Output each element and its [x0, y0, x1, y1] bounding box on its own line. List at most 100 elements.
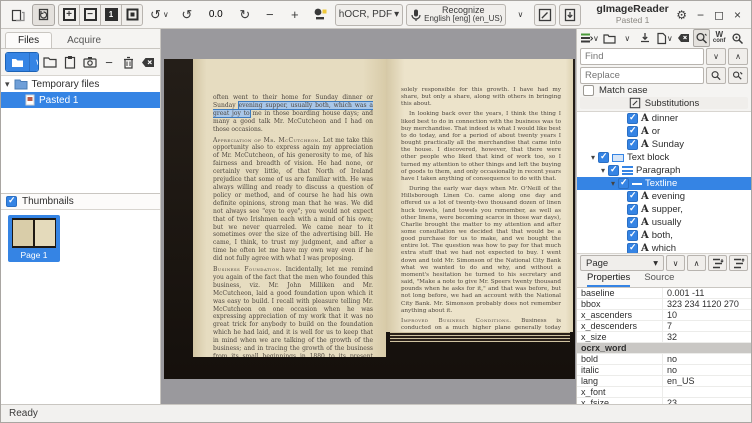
- rotation-angle-input[interactable]: [201, 6, 231, 24]
- navigate-previous-button[interactable]: ∧: [687, 255, 706, 271]
- replace-all-button[interactable]: [728, 67, 748, 84]
- remove-image-button[interactable]: −: [101, 52, 117, 72]
- clear-output-button[interactable]: [675, 29, 692, 47]
- save-hocr-button[interactable]: [637, 29, 654, 47]
- brightness-decrease-button[interactable]: −: [259, 4, 281, 26]
- export-hocr-dropdown[interactable]: ∨: [655, 29, 674, 47]
- textline-checkbox[interactable]: [618, 178, 629, 189]
- thumbnail-page-1[interactable]: Page 1: [8, 215, 60, 262]
- open-options-dropdown[interactable]: ∨: [619, 29, 636, 47]
- property-row[interactable]: boldno: [577, 354, 751, 365]
- hocr-word-row[interactable]: Aevening: [577, 190, 751, 203]
- zoom-original-button[interactable]: 1: [100, 4, 122, 26]
- rotate-right-button[interactable]: ↻: [234, 4, 256, 26]
- word-checkbox[interactable]: [627, 113, 638, 124]
- property-row[interactable]: x_ascenders10: [577, 310, 751, 321]
- rotate-left-button[interactable]: ↺: [176, 4, 198, 26]
- screenshot-button[interactable]: [82, 52, 98, 72]
- settings-gear-button[interactable]: ⚙: [676, 8, 687, 22]
- hocr-word-row[interactable]: Aboth,: [577, 229, 751, 242]
- open-hocr-button[interactable]: [601, 29, 618, 47]
- expand-all-button[interactable]: [708, 255, 727, 271]
- word-checkbox[interactable]: [627, 230, 638, 241]
- show-confidence-toggle-button[interactable]: W conf: [711, 29, 728, 47]
- property-row[interactable]: bbox323 234 1120 270: [577, 299, 751, 310]
- image-controls-button[interactable]: [309, 4, 332, 26]
- scanned-book-image[interactable]: often went to their home for Sunday dinn…: [164, 59, 575, 379]
- rotate-page-mode-button[interactable]: [32, 4, 55, 26]
- property-row[interactable]: italicno: [577, 365, 751, 376]
- hocr-word-row[interactable]: ASunday: [577, 138, 751, 151]
- rotate-mode-dropdown[interactable]: ↺∨: [146, 4, 173, 26]
- replace-input[interactable]: [580, 67, 704, 84]
- expander-icon[interactable]: [5, 79, 10, 90]
- output-mode-dropdown[interactable]: hOCR, PDF ▾: [335, 4, 403, 26]
- maximize-button[interactable]: ◻: [714, 8, 724, 22]
- property-row[interactable]: x_font: [577, 387, 751, 398]
- hocr-word-row[interactable]: Awhich: [577, 242, 751, 254]
- tab-acquire[interactable]: Acquire: [54, 32, 114, 48]
- insert-mode-dropdown[interactable]: ∨: [579, 29, 600, 47]
- word-checkbox[interactable]: [627, 191, 638, 202]
- find-previous-button[interactable]: ∧: [728, 48, 748, 65]
- hocr-word-row[interactable]: Aor: [577, 125, 751, 138]
- recognize-options-dropdown[interactable]: ∨: [509, 4, 531, 26]
- property-row[interactable]: x_descenders7: [577, 321, 751, 332]
- paragraph-checkbox[interactable]: [608, 165, 619, 176]
- find-replace-toggle-button[interactable]: [693, 29, 710, 47]
- hocr-word-row[interactable]: Ausually: [577, 216, 751, 229]
- clear-list-button[interactable]: [140, 52, 156, 72]
- word-checkbox[interactable]: [627, 243, 638, 254]
- word-checkbox[interactable]: [627, 126, 638, 137]
- add-images-dropdown[interactable]: ∨: [29, 53, 39, 71]
- close-button[interactable]: ×: [734, 8, 741, 22]
- word-checkbox[interactable]: [627, 204, 638, 215]
- export-button[interactable]: [559, 4, 581, 26]
- word-checkbox[interactable]: [627, 217, 638, 228]
- expander-icon[interactable]: [591, 152, 595, 163]
- hocr-word-row[interactable]: Adinner: [577, 112, 751, 125]
- substitutions-button[interactable]: Substitutions: [580, 97, 748, 109]
- replace-button[interactable]: [706, 67, 726, 84]
- minimize-button[interactable]: −: [697, 8, 704, 22]
- hocr-textline-row-selected[interactable]: Textline: [577, 177, 751, 190]
- property-row[interactable]: langen_US: [577, 376, 751, 387]
- find-next-button[interactable]: ∨: [706, 48, 726, 65]
- edit-output-button[interactable]: [534, 4, 556, 26]
- recognize-button[interactable]: Recognize English [eng] (en_US): [406, 4, 506, 26]
- brightness-increase-button[interactable]: +: [284, 4, 306, 26]
- add-images-split-button[interactable]: ∨: [5, 52, 39, 72]
- thumbnails-header: Thumbnails: [1, 193, 160, 210]
- delete-image-button[interactable]: [121, 52, 137, 72]
- show-sources-pane-button[interactable]: [7, 4, 29, 26]
- hocr-word-row[interactable]: Asupper,: [577, 203, 751, 216]
- hocr-block-row[interactable]: Text block: [577, 151, 751, 164]
- hocr-paragraph-row[interactable]: Paragraph: [577, 164, 751, 177]
- block-checkbox[interactable]: [598, 152, 609, 163]
- word-checkbox[interactable]: [627, 139, 638, 150]
- open-folder-button[interactable]: [43, 52, 59, 72]
- tree-item-pasted-1[interactable]: Pasted 1: [1, 92, 160, 108]
- property-section-ocrx-word[interactable]: ocrx_word: [577, 343, 751, 354]
- zoom-fit-button[interactable]: [121, 4, 143, 26]
- match-case-checkbox[interactable]: [583, 85, 594, 96]
- tree-item-temporary-files[interactable]: Temporary files: [1, 76, 160, 92]
- zoom-out-button[interactable]: −: [79, 4, 101, 26]
- expander-icon[interactable]: [611, 178, 615, 189]
- property-row[interactable]: baseline0.001 -11: [577, 288, 751, 299]
- expander-icon[interactable]: [601, 165, 605, 176]
- tab-files[interactable]: Files: [5, 32, 52, 48]
- add-images-button[interactable]: [6, 53, 29, 71]
- collapse-all-button[interactable]: [729, 255, 748, 271]
- document-viewer[interactable]: often went to their home for Sunday dinn…: [161, 29, 576, 404]
- paste-button[interactable]: [62, 52, 78, 72]
- thumbnails-checkbox[interactable]: [6, 196, 17, 207]
- property-row[interactable]: x_size32: [577, 332, 751, 343]
- tab-source[interactable]: Source: [644, 272, 674, 287]
- zoom-in-button[interactable]: +: [58, 4, 80, 26]
- navigation-target-combo[interactable]: Page ▾: [580, 255, 664, 271]
- navigate-next-button[interactable]: ∨: [666, 255, 685, 271]
- find-input[interactable]: [580, 48, 704, 65]
- preview-toggle-button[interactable]: [729, 29, 746, 47]
- tab-properties[interactable]: Properties: [587, 272, 630, 287]
